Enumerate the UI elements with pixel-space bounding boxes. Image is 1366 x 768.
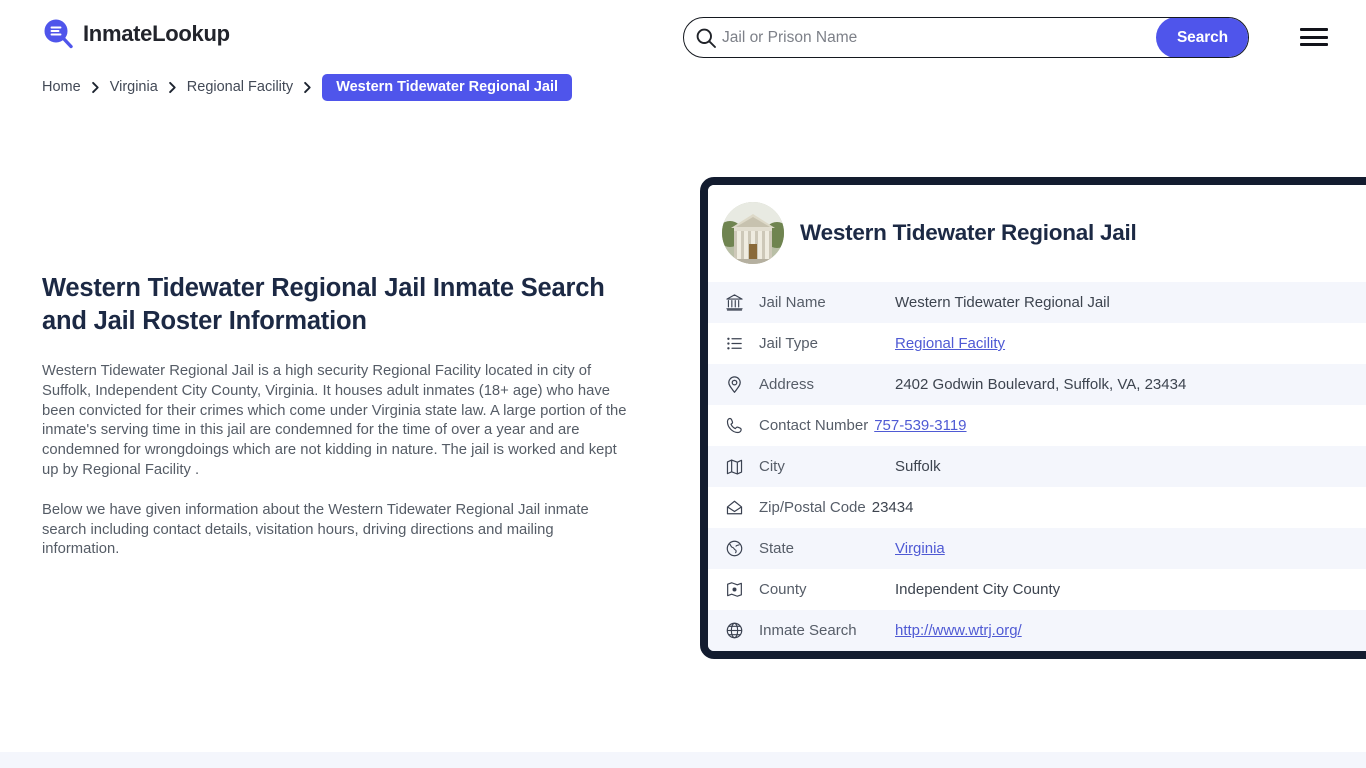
hamburger-bar <box>1300 36 1328 39</box>
search-button[interactable]: Search <box>1156 17 1249 58</box>
map-icon <box>724 457 744 477</box>
row-value: 2402 Godwin Boulevard, Suffolk, VA, 2343… <box>895 376 1186 393</box>
page-title: Western Tidewater Regional Jail Inmate S… <box>42 272 634 338</box>
row-value: Independent City County <box>895 581 1060 598</box>
breadcrumb-item-western-tidewater-regional-jail: Western Tidewater Regional Jail <box>322 74 572 101</box>
chevron-right-icon <box>302 81 313 94</box>
breadcrumb: Home Virginia Regional Facility Western Tid… <box>42 74 572 100</box>
search-bar[interactable]: Search <box>683 17 1249 58</box>
secondary-paragraph: Below we have given information about th… <box>42 501 634 560</box>
table-row: State Virginia <box>708 528 1366 569</box>
search-input[interactable] <box>722 18 1157 57</box>
row-value[interactable]: Regional Facility <box>895 335 1005 352</box>
hamburger-bar <box>1300 43 1328 46</box>
table-row: City Suffolk <box>708 446 1366 487</box>
envelope-icon <box>724 498 744 518</box>
breadcrumb-item-virginia[interactable]: Virginia <box>110 79 158 95</box>
intro-paragraph: Western Tidewater Regional Jail is a hig… <box>42 362 634 481</box>
row-label: Contact Number <box>759 417 868 434</box>
hamburger-bar <box>1300 28 1328 31</box>
row-label: County <box>759 581 889 598</box>
magnifier-person-icon <box>42 18 74 50</box>
table-row: Jail Type Regional Facility <box>708 323 1366 364</box>
logo-text: InmateLookup <box>83 21 230 47</box>
table-row: Zip/Postal Code 23434 <box>708 487 1366 528</box>
breadcrumb-item-regional-facility[interactable]: Regional Facility <box>187 79 293 95</box>
breadcrumb-item-home[interactable]: Home <box>42 79 81 95</box>
row-value[interactable]: http://www.wtrj.org/ <box>895 622 1022 639</box>
phone-icon <box>724 416 744 436</box>
row-label: Inmate Search <box>759 622 889 639</box>
search-icon <box>695 27 717 49</box>
hamburger-menu-icon[interactable] <box>1300 25 1328 49</box>
row-value: 23434 <box>872 499 914 516</box>
facility-details-table: Jail Name Western Tidewater Regional Jail… <box>708 282 1366 651</box>
table-row: Jail Name Western Tidewater Regional Jail <box>708 282 1366 323</box>
map-badge-icon <box>724 580 744 600</box>
row-value[interactable]: 757-539-3119 <box>874 417 966 434</box>
article-column: Western Tidewater Regional Jail Inmate S… <box>42 272 634 580</box>
site-logo[interactable]: InmateLookup <box>42 18 230 50</box>
row-label: City <box>759 458 889 475</box>
table-row: Inmate Search http://www.wtrj.org/ <box>708 610 1366 651</box>
facility-info-card: Western Tidewater Regional Jail Jail Nam… <box>700 177 1366 659</box>
list-icon <box>724 334 744 354</box>
globe-grid-icon <box>724 621 744 641</box>
table-row: Contact Number 757-539-3119 <box>708 405 1366 446</box>
site-header: InmateLookup Search <box>0 0 1366 74</box>
card-title: Western Tidewater Regional Jail <box>800 220 1137 246</box>
chevron-right-icon <box>167 81 178 94</box>
card-header: Western Tidewater Regional Jail <box>708 185 1366 282</box>
map-pin-icon <box>724 375 744 395</box>
row-label: Jail Name <box>759 294 889 311</box>
courthouse-photo <box>722 202 784 264</box>
bank-icon <box>724 293 744 313</box>
row-value: Suffolk <box>895 458 941 475</box>
chevron-right-icon <box>90 81 101 94</box>
table-row: Address 2402 Godwin Boulevard, Suffolk, V… <box>708 364 1366 405</box>
footer-band <box>0 752 1366 768</box>
globe-icon <box>724 539 744 559</box>
table-row: County Independent City County <box>708 569 1366 610</box>
row-label: Jail Type <box>759 335 889 352</box>
row-label: Address <box>759 376 889 393</box>
row-value: Western Tidewater Regional Jail <box>895 294 1110 311</box>
row-value[interactable]: Virginia <box>895 540 945 557</box>
row-label: State <box>759 540 889 557</box>
row-label: Zip/Postal Code <box>759 499 866 516</box>
